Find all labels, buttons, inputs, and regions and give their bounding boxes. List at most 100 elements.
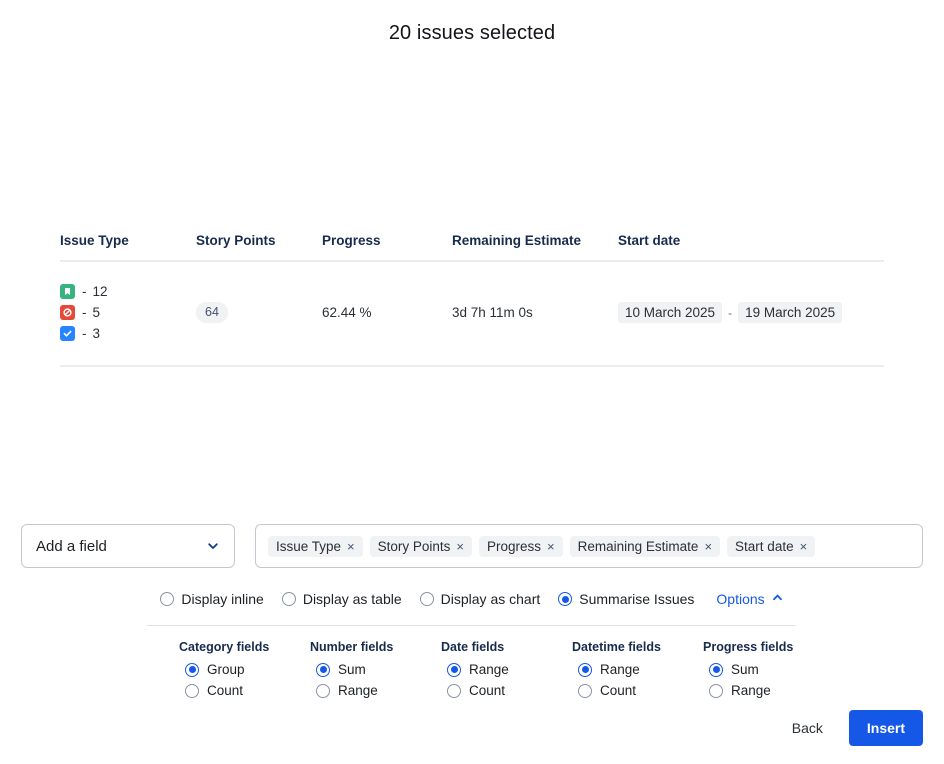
radio-label: Display as chart [440,591,541,607]
story-points-value: 64 [196,301,228,324]
dialog-footer: Back Insert [782,710,923,746]
radio-indicator[interactable] [316,683,330,698]
options-group-title: Date fields [441,640,505,654]
radio-indicator[interactable] [185,683,199,698]
column-header-issue-type: Issue Type [60,233,196,262]
option-label: Range [600,662,640,677]
radio-label: Display inline [181,591,264,607]
option-category-count[interactable]: Count [185,683,310,698]
option-date-count[interactable]: Count [447,683,572,698]
option-datetime-range[interactable]: Range [578,662,703,677]
field-chip-label: Start date [735,538,794,554]
radio-indicator[interactable] [709,683,723,698]
column-header-start-date: Start date [618,233,884,262]
insert-button[interactable]: Insert [848,710,923,746]
option-label: Range [469,662,509,677]
issue-type-count: 12 [92,284,108,299]
field-chip-story-points[interactable]: Story Points × [369,535,473,557]
option-progress-sum[interactable]: Sum [709,662,793,677]
radio-display-as-table[interactable]: Display as table [281,591,402,607]
remaining-estimate-value: 3d 7h 11m 0s [452,305,533,320]
option-label: Range [731,683,771,698]
radio-indicator[interactable] [316,662,330,677]
radio-indicator[interactable] [160,592,175,606]
options-group-date-fields: Date fields Range Count [441,640,572,704]
close-icon[interactable]: × [704,540,712,553]
radio-indicator[interactable] [419,592,434,606]
blocked-icon [60,305,75,320]
options-group-category-fields: Category fields Group Count [179,640,310,704]
options-group-title: Category fields [179,640,270,654]
table-row: - 12 - 5 - 3 64 62.44 % 3d 7h 11m 0s 10 … [60,261,884,367]
field-chip-remaining-estimate[interactable]: Remaining Estimate × [569,535,721,557]
options-toggle[interactable]: Options [716,591,783,607]
cell-progress: 62.44 % [322,261,452,367]
cell-story-points: 64 [196,261,322,367]
field-chip-progress[interactable]: Progress × [479,535,563,557]
story-icon [60,284,75,299]
field-chip-issue-type[interactable]: Issue Type × [268,535,363,557]
close-icon[interactable]: × [547,540,555,553]
close-icon[interactable]: × [456,540,464,553]
option-label: Sum [338,662,366,677]
issue-type-entry-task: - 3 [60,326,196,341]
options-group-progress-fields: Progress fields Sum Range [703,640,793,704]
page-title: 20 issues selected [388,22,556,44]
issue-type-breakdown: - 12 - 5 - 3 [60,284,196,341]
field-chip-label: Story Points [377,538,451,554]
task-icon [60,326,75,341]
radio-display-inline[interactable]: Display inline [160,591,264,607]
issue-type-count: 5 [92,305,101,320]
radio-display-as-chart[interactable]: Display as chart [419,591,541,607]
add-field-dropdown[interactable]: Add a field [21,524,235,568]
option-datetime-count[interactable]: Count [578,683,703,698]
field-chip-start-date[interactable]: Start date × [727,535,816,557]
start-date-from: 10 March 2025 [618,302,723,323]
radio-summarise-issues[interactable]: Summarise Issues [558,591,694,607]
radio-indicator[interactable] [578,683,592,698]
option-date-range[interactable]: Range [447,662,572,677]
option-number-range[interactable]: Range [316,683,441,698]
option-category-group[interactable]: Group [185,662,310,677]
radio-indicator[interactable] [447,683,461,698]
add-field-label: Add a field [36,537,107,555]
issue-summary-dialog: 20 issues selected Issue Type Story Poin… [0,0,944,764]
field-selection-row: Add a field Issue Type × Story Points × … [21,524,923,568]
option-label: Sum [731,662,759,677]
radio-indicator[interactable] [578,662,592,677]
options-group-title: Progress fields [703,640,794,654]
column-header-story-points: Story Points [196,233,322,262]
radio-indicator[interactable] [558,592,573,606]
options-group-number-fields: Number fields Sum Range [310,640,441,704]
radio-indicator[interactable] [281,592,296,606]
cell-issue-type: - 12 - 5 - 3 [60,261,196,367]
close-icon[interactable]: × [347,540,355,553]
radio-indicator[interactable] [709,662,723,677]
selected-fields-box[interactable]: Issue Type × Story Points × Progress × R… [255,524,923,568]
back-button[interactable]: Back [782,712,833,744]
issue-type-entry-story: - 12 [60,284,196,299]
option-number-sum[interactable]: Sum [316,662,441,677]
chevron-up-icon [771,591,784,607]
radio-indicator[interactable] [185,662,199,677]
column-header-remaining-estimate: Remaining Estimate [452,233,618,262]
issue-type-entry-blocked: - 5 [60,305,196,320]
option-progress-range[interactable]: Range [709,683,793,698]
option-label: Group [207,662,245,677]
field-chip-label: Issue Type [276,538,342,554]
summary-table: Issue Type Story Points Progress Remaini… [60,233,884,367]
option-label: Count [600,683,637,698]
options-group-datetime-fields: Datetime fields Range Count [572,640,703,704]
close-icon[interactable]: × [800,540,808,553]
start-date-dash: - [728,306,733,320]
chevron-down-icon [206,539,220,553]
option-label: Count [469,683,506,698]
issue-type-count: 3 [92,326,101,341]
options-group-title: Datetime fields [572,640,661,654]
option-label: Count [207,683,244,698]
column-header-progress: Progress [322,233,452,262]
cell-start-date: 10 March 2025-19 March 2025 [618,261,884,367]
radio-indicator[interactable] [447,662,461,677]
cell-remaining-estimate: 3d 7h 11m 0s [452,261,618,367]
radio-label: Display as table [302,591,402,607]
